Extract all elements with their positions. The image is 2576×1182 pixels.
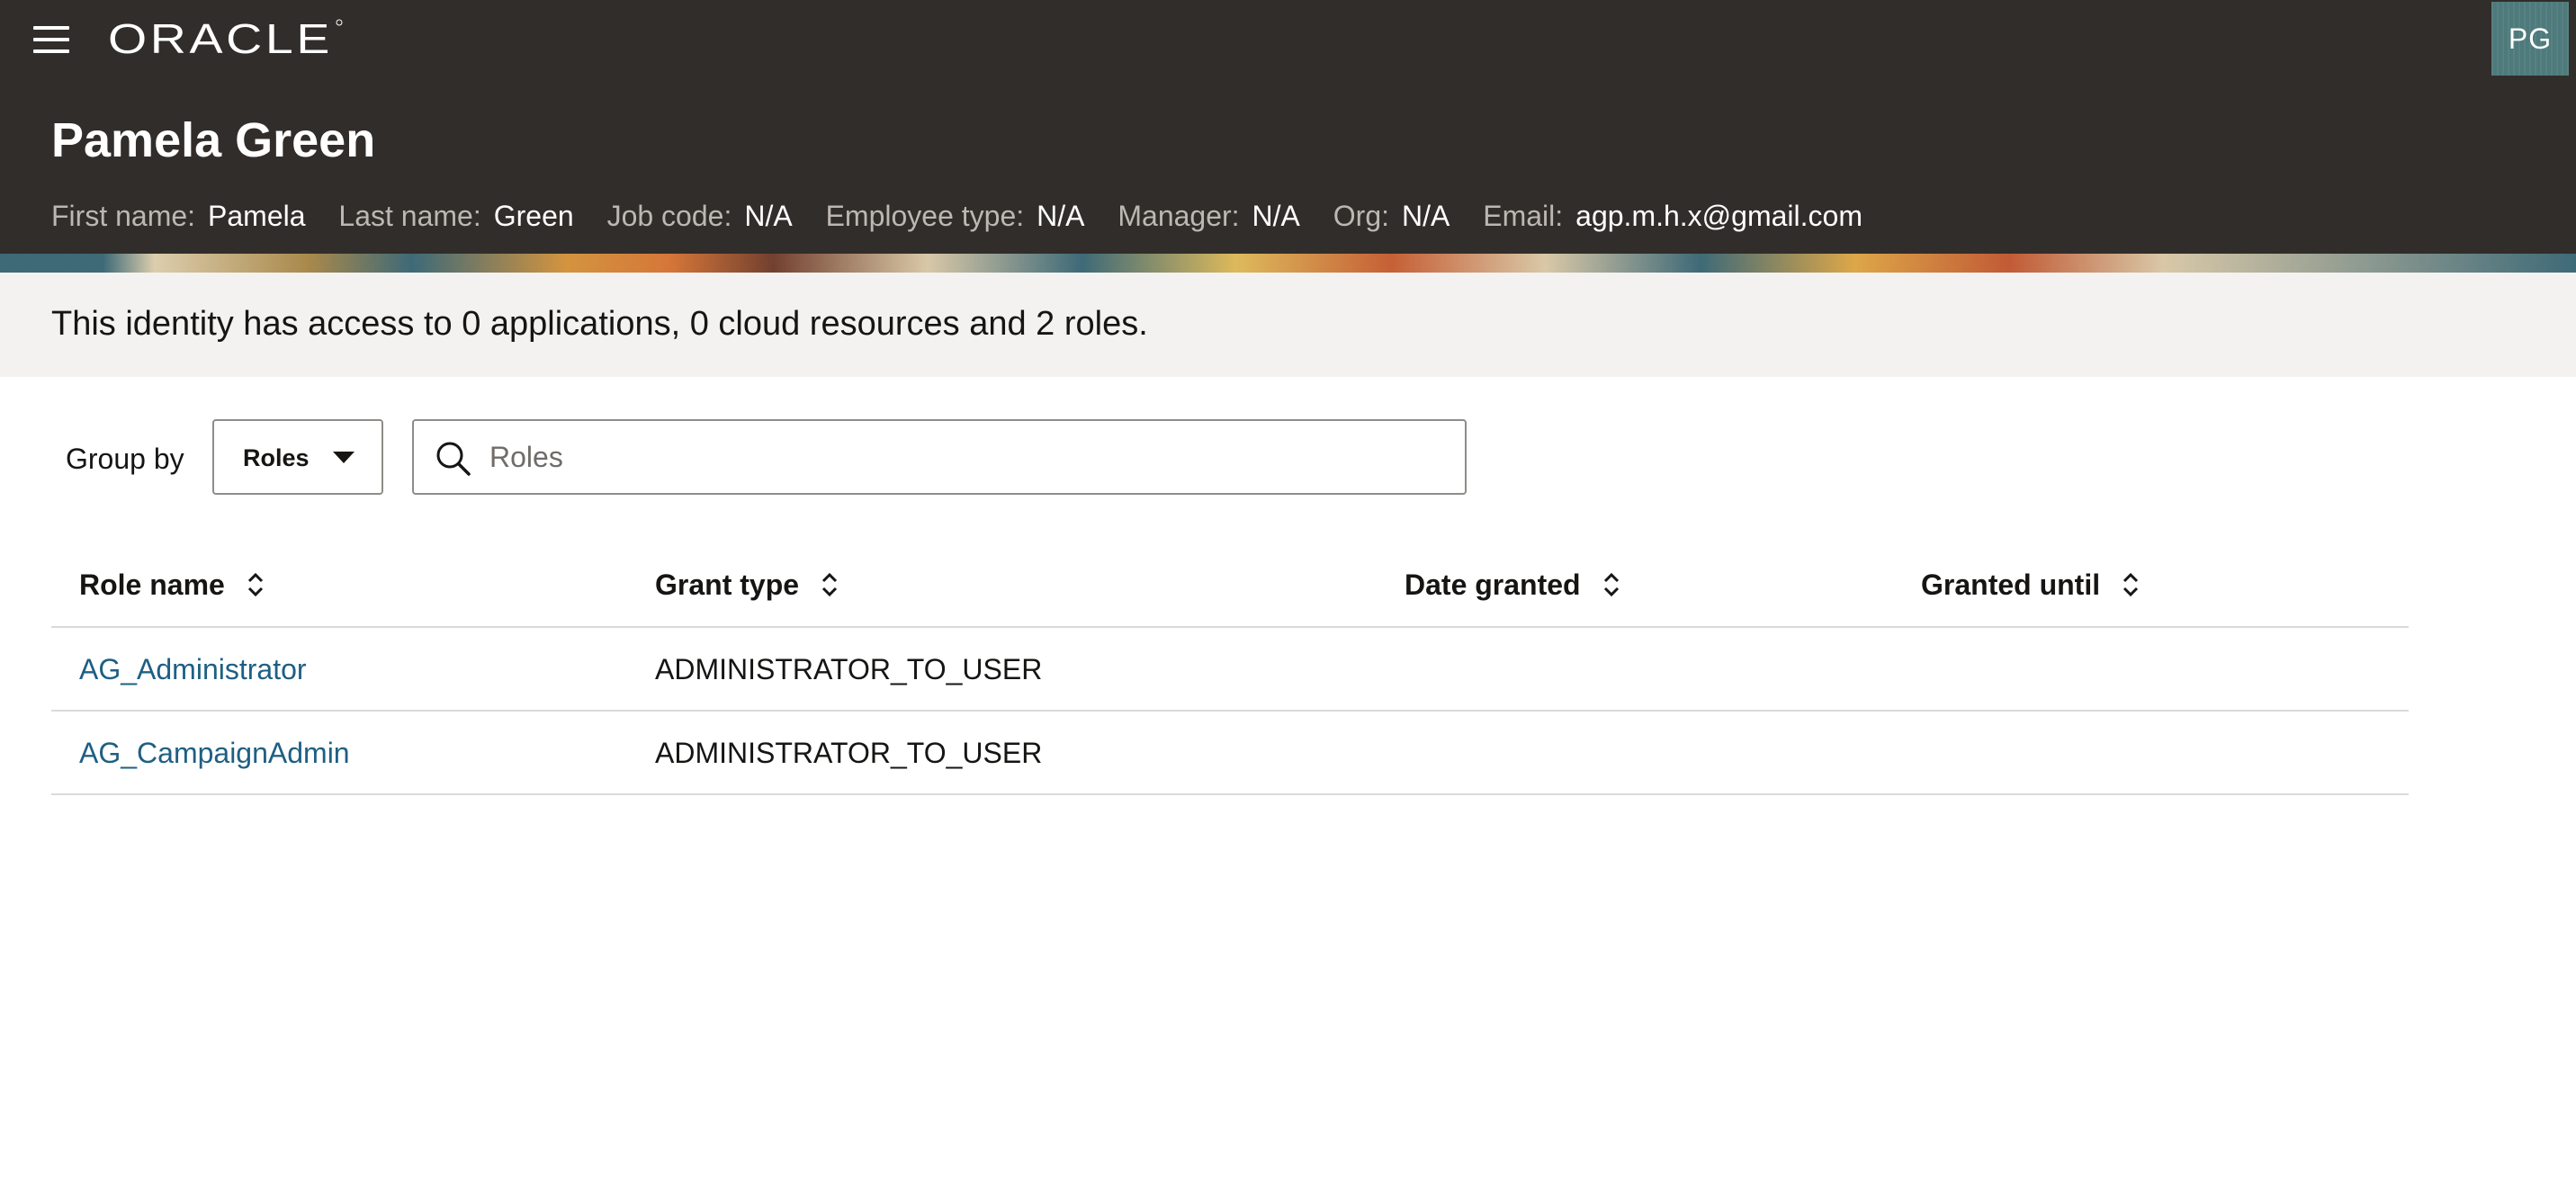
manager-value: N/A <box>1252 200 1300 232</box>
column-label: Granted until <box>1921 569 2101 601</box>
user-avatar[interactable]: PG <box>2491 2 2569 76</box>
column-header-grant-type[interactable]: Grant type <box>655 565 840 604</box>
svg-text:ORACLE: ORACLE <box>108 15 333 60</box>
search-input[interactable] <box>489 434 1443 480</box>
org-label: Org: <box>1333 200 1390 232</box>
manager-label: Manager: <box>1117 200 1240 232</box>
org-field: Org: N/A <box>1333 200 1450 232</box>
column-label: Date granted <box>1405 569 1581 601</box>
first-name-field: First name: Pamela <box>51 200 306 232</box>
job-code-value: N/A <box>744 200 793 232</box>
chevron-down-icon <box>333 452 355 463</box>
email-field: Email: agp.m.h.x@gmail.com <box>1483 200 1862 232</box>
job-code-label: Job code: <box>606 200 732 232</box>
page-header: ORACLE PG Pamela Green First name: Pamela… <box>0 0 2576 254</box>
employee-type-value: N/A <box>1037 200 1085 232</box>
first-name-value: Pamela <box>208 200 306 232</box>
sort-icon <box>821 572 838 597</box>
table-header: Role name Grant type Date granted Grante… <box>51 547 2409 628</box>
column-label: Role name <box>79 569 225 601</box>
column-label: Grant type <box>655 569 800 601</box>
search-field[interactable] <box>412 419 1467 495</box>
roles-table: Role name Grant type Date granted Grante… <box>51 547 2409 795</box>
page-title: Pamela Green <box>51 113 376 167</box>
decorative-banner <box>0 254 2576 273</box>
grant-type-cell: ADMINISTRATOR_TO_USER <box>655 653 1043 685</box>
manager-field: Manager: N/A <box>1117 200 1300 232</box>
oracle-logo[interactable]: ORACLE <box>108 15 344 60</box>
column-header-granted-until[interactable]: Granted until <box>1921 565 2141 604</box>
hamburger-menu-icon[interactable] <box>27 22 76 58</box>
group-by-select[interactable]: Roles <box>212 419 383 495</box>
role-name-link[interactable]: AG_CampaignAdmin <box>79 733 350 773</box>
column-header-date-granted[interactable]: Date granted <box>1405 565 1622 604</box>
table-row: AG_Administrator ADMINISTRATOR_TO_USER <box>51 628 2409 712</box>
first-name-label: First name: <box>51 200 196 232</box>
identity-details: First name: Pamela Last name: Green Job co… <box>51 196 1888 236</box>
last-name-value: Green <box>493 200 574 232</box>
employee-type-field: Employee type: N/A <box>826 200 1085 232</box>
last-name-field: Last name: Green <box>338 200 573 232</box>
role-name-link[interactable]: AG_Administrator <box>79 649 307 689</box>
email-label: Email: <box>1483 200 1564 232</box>
employee-type-label: Employee type: <box>825 200 1025 232</box>
table-row: AG_CampaignAdmin ADMINISTRATOR_TO_USER <box>51 712 2409 795</box>
search-icon <box>436 442 471 476</box>
access-summary-text: This identity has access to 0 applicatio… <box>51 305 1148 343</box>
sort-icon <box>1603 572 1619 597</box>
sort-icon <box>247 572 263 597</box>
email-value: agp.m.h.x@gmail.com <box>1575 200 1862 232</box>
sort-icon <box>2123 572 2139 597</box>
column-header-role-name[interactable]: Role name <box>79 565 266 604</box>
group-by-selected-value: Roles <box>243 444 310 471</box>
group-by-label: Group by <box>66 443 184 475</box>
grant-type-cell: ADMINISTRATOR_TO_USER <box>655 737 1043 769</box>
org-value: N/A <box>1402 200 1450 232</box>
job-code-field: Job code: N/A <box>607 200 793 232</box>
last-name-label: Last name: <box>338 200 481 232</box>
